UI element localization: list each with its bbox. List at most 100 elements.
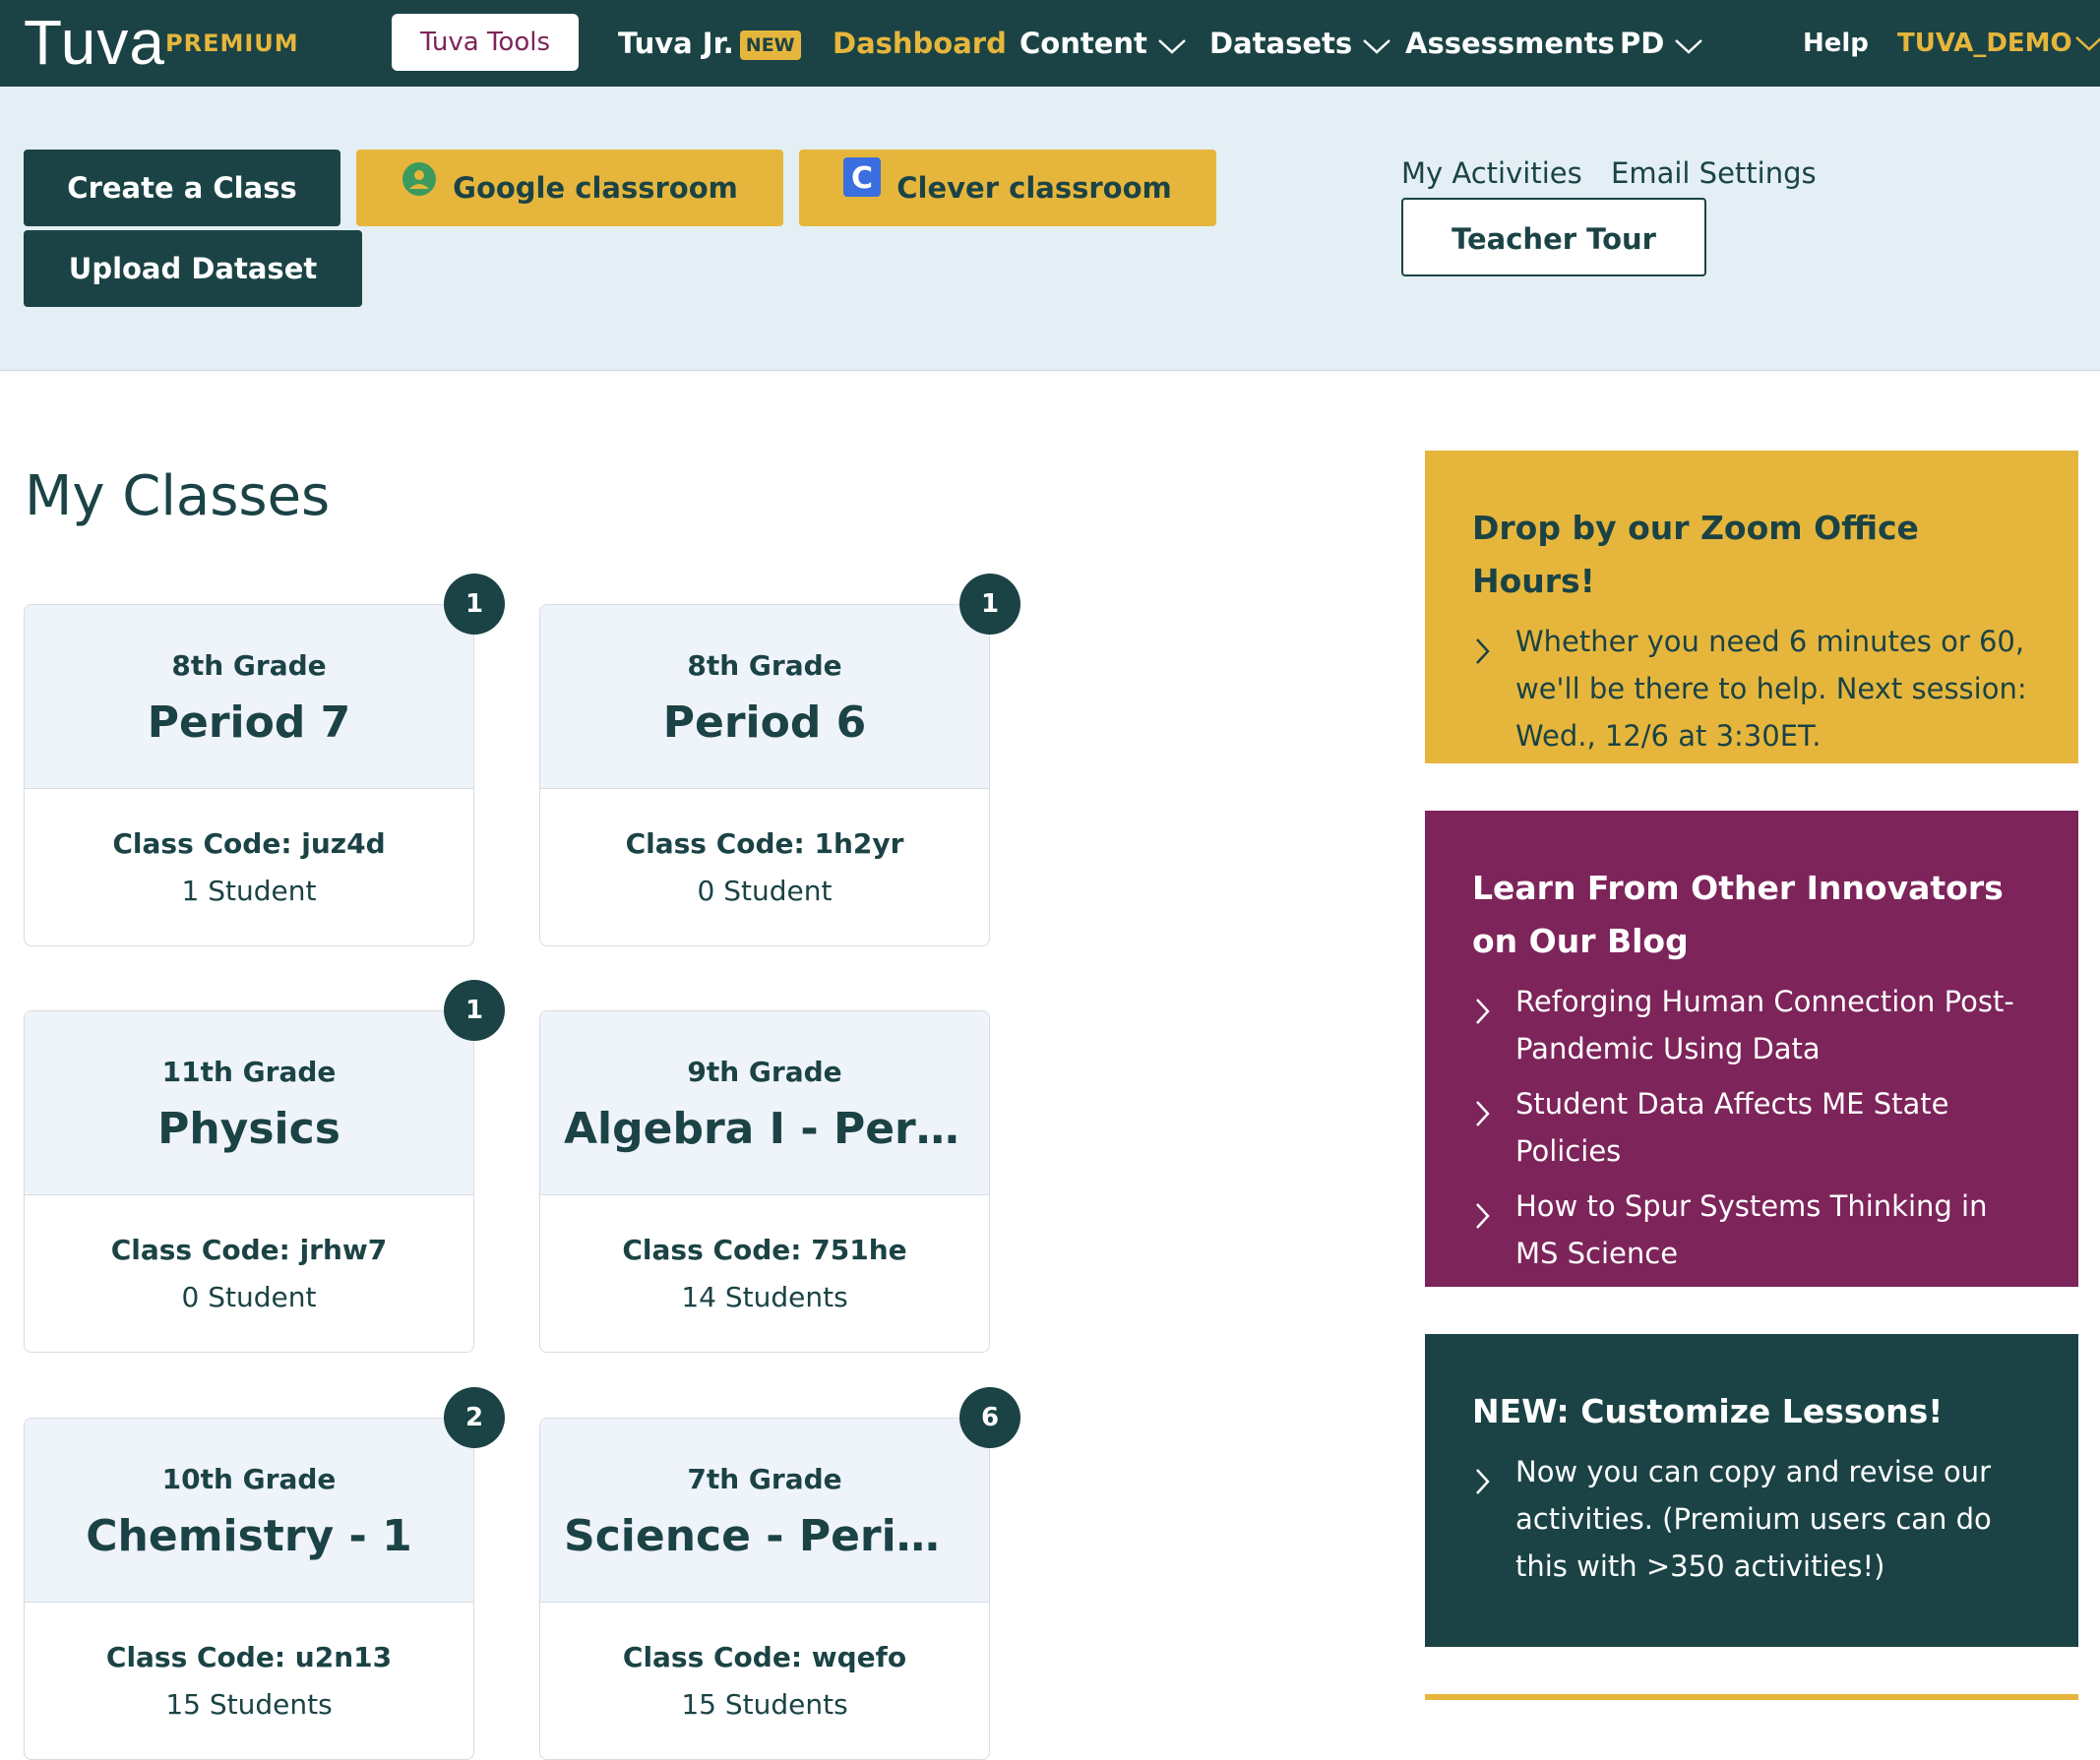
notification-badge[interactable]: 6 — [959, 1387, 1020, 1448]
blog-link[interactable]: Reforging Human Connection Post-Pandemic… — [1472, 978, 2031, 1072]
nav-content-dropdown[interactable]: Content — [1019, 24, 1187, 65]
class-card[interactable]: 10th Grade Chemistry - 1 Class Code: u2n… — [24, 1418, 474, 1760]
class-card-header: 8th Grade Period 7 — [25, 605, 473, 789]
email-settings-link[interactable]: Email Settings — [1611, 153, 1817, 193]
nav-datasets-dropdown[interactable]: Datasets — [1209, 24, 1391, 65]
class-card[interactable]: 11th Grade Physics Class Code: jrhw7 0 S… — [24, 1010, 474, 1353]
class-card-body: Class Code: 751he 14 Students — [540, 1195, 989, 1317]
nav-content-label: Content — [1019, 27, 1147, 60]
my-classes-heading: My Classes — [25, 464, 331, 528]
class-card-header: 7th Grade Science - Period 3 — [540, 1419, 989, 1603]
office-hours-list: Whether you need 6 minutes or 60, we'll … — [1472, 618, 2031, 759]
student-count: 0 Student — [181, 1281, 317, 1313]
notification-badge[interactable]: 1 — [444, 574, 505, 635]
nav-tuva-jr-label: Tuva Jr. — [618, 27, 734, 60]
nav-tuva-jr[interactable]: Tuva Jr. NEW — [618, 24, 801, 63]
nav-dashboard[interactable]: Dashboard — [833, 24, 1007, 63]
blog-link-text: Reforging Human Connection Post-Pandemic… — [1515, 985, 2014, 1065]
notification-badge[interactable]: 1 — [959, 574, 1020, 635]
nav-datasets-label: Datasets — [1209, 27, 1353, 60]
chevron-right-icon — [1474, 632, 1490, 679]
notification-badge[interactable]: 2 — [444, 1387, 505, 1448]
blog-link-text: Student Data Affects ME State Policies — [1515, 1087, 1949, 1168]
office-hours-title: Drop by our Zoom Office Hours! — [1472, 509, 1919, 600]
upload-dataset-button[interactable]: Upload Dataset — [24, 230, 362, 307]
nav-help[interactable]: Help — [1803, 26, 1869, 61]
class-name: Algebra I - Perio... — [564, 1104, 989, 1154]
office-hours-text: Whether you need 6 minutes or 60, we'll … — [1515, 625, 2027, 753]
tuva-logo[interactable]: Tuva — [24, 8, 165, 77]
premium-label: PREMIUM — [165, 30, 299, 57]
next-panel-edge — [1425, 1694, 2078, 1700]
google-classroom-button[interactable]: Google classroom — [356, 150, 783, 226]
class-card-body: Class Code: 1h2yr 0 Student — [540, 789, 989, 911]
chevron-down-icon — [1674, 26, 1703, 65]
student-count: 1 Student — [181, 875, 317, 907]
student-count: 15 Students — [165, 1688, 333, 1721]
my-activities-link[interactable]: My Activities — [1401, 153, 1582, 193]
class-card[interactable]: 9th Grade Algebra I - Perio... Class Cod… — [539, 1010, 990, 1353]
class-grade: 8th Grade — [687, 649, 842, 682]
clever-icon: C — [843, 149, 882, 225]
teacher-tour-button[interactable]: Teacher Tour — [1401, 198, 1706, 276]
blog-panel: Learn From Other Innovators on Our Blog … — [1425, 811, 2078, 1287]
class-card[interactable]: 8th Grade Period 6 Class Code: 1h2yr 0 S… — [539, 604, 990, 946]
chevron-right-icon — [1474, 1196, 1490, 1244]
customize-link[interactable]: Now you can copy and revise our activiti… — [1472, 1448, 2031, 1590]
blog-link-text: How to Spur Systems Thinking in MS Scien… — [1515, 1189, 1988, 1270]
nav-pd-label: PD — [1620, 27, 1665, 60]
class-code: Class Code: 1h2yr — [625, 827, 904, 860]
class-name: Period 6 — [662, 698, 867, 748]
customize-text: Now you can copy and revise our activiti… — [1515, 1455, 1992, 1583]
google-classroom-icon — [401, 149, 437, 225]
class-grade: 8th Grade — [171, 649, 327, 682]
class-card-body: Class Code: u2n13 15 Students — [25, 1603, 473, 1725]
class-card-header: 10th Grade Chemistry - 1 — [25, 1419, 473, 1603]
chevron-down-icon — [2074, 27, 2100, 62]
tuva-tools-button[interactable]: Tuva Tools — [392, 14, 579, 71]
class-name: Science - Period 3 — [564, 1511, 989, 1561]
office-hours-panel: Drop by our Zoom Office Hours! Whether y… — [1425, 451, 2078, 763]
chevron-right-icon — [1474, 1462, 1490, 1509]
clever-classroom-button[interactable]: C Clever classroom — [799, 150, 1216, 226]
class-card-header: 11th Grade Physics — [25, 1011, 473, 1195]
class-name: Period 7 — [147, 698, 351, 748]
class-code: Class Code: jrhw7 — [110, 1234, 388, 1266]
create-class-button[interactable]: Create a Class — [24, 150, 340, 226]
class-grade: 10th Grade — [161, 1463, 337, 1495]
clever-classroom-label: Clever classroom — [896, 171, 1172, 205]
class-card[interactable]: 8th Grade Period 7 Class Code: juz4d 1 S… — [24, 604, 474, 946]
class-card[interactable]: 7th Grade Science - Period 3 Class Code:… — [539, 1418, 990, 1760]
class-name: Physics — [157, 1104, 340, 1154]
user-menu-dropdown[interactable]: TUVA_DEMO — [1897, 26, 2100, 62]
chevron-down-icon — [1362, 26, 1391, 65]
class-card-body: Class Code: jrhw7 0 Student — [25, 1195, 473, 1317]
notification-badge[interactable]: 1 — [444, 980, 505, 1041]
student-count: 15 Students — [681, 1688, 848, 1721]
student-count: 0 Student — [697, 875, 833, 907]
blog-list: Reforging Human Connection Post-Pandemic… — [1472, 978, 2031, 1277]
class-card-body: Class Code: juz4d 1 Student — [25, 789, 473, 911]
chevron-down-icon — [1157, 26, 1187, 65]
class-grade: 7th Grade — [687, 1463, 842, 1495]
nav-pd-dropdown[interactable]: PD — [1620, 24, 1703, 65]
nav-assessments[interactable]: Assessments — [1405, 24, 1615, 63]
class-card-body: Class Code: wqefo 15 Students — [540, 1603, 989, 1725]
class-code: Class Code: juz4d — [112, 827, 386, 860]
chevron-right-icon — [1474, 992, 1490, 1039]
action-toolbar — [0, 87, 2100, 371]
office-hours-link[interactable]: Whether you need 6 minutes or 60, we'll … — [1472, 618, 2031, 759]
class-code: Class Code: wqefo — [622, 1641, 907, 1673]
class-name: Chemistry - 1 — [86, 1511, 412, 1561]
customize-title: NEW: Customize Lessons! — [1472, 1392, 1944, 1430]
chevron-right-icon — [1474, 1094, 1490, 1141]
class-card-header: 9th Grade Algebra I - Perio... — [540, 1011, 989, 1195]
class-code: Class Code: u2n13 — [105, 1641, 393, 1673]
blog-link[interactable]: Student Data Affects ME State Policies — [1472, 1080, 2031, 1175]
customize-list: Now you can copy and revise our activiti… — [1472, 1448, 2031, 1590]
blog-link[interactable]: How to Spur Systems Thinking in MS Scien… — [1472, 1183, 2031, 1277]
class-code: Class Code: 751he — [622, 1234, 907, 1266]
student-count: 14 Students — [681, 1281, 848, 1313]
class-grade: 11th Grade — [161, 1056, 337, 1088]
google-classroom-label: Google classroom — [453, 171, 738, 205]
